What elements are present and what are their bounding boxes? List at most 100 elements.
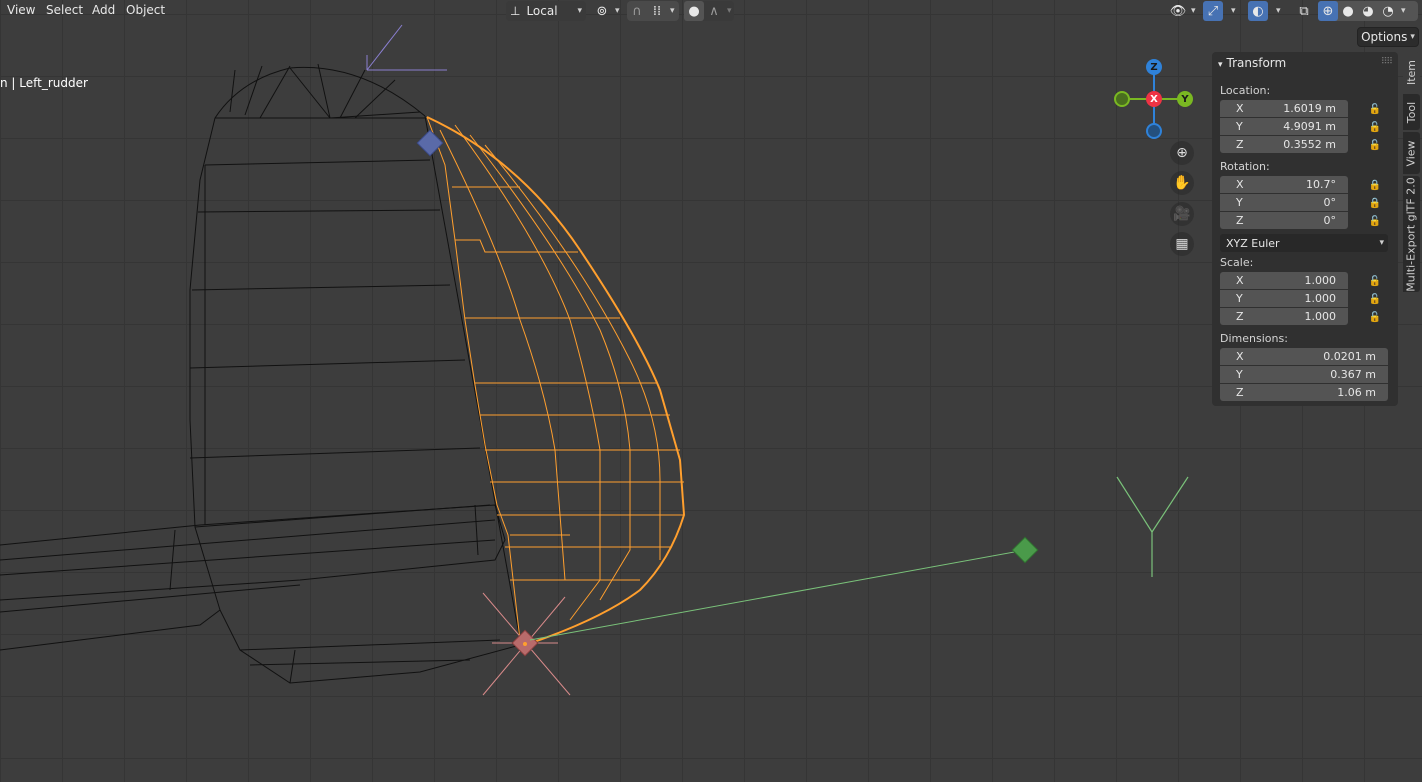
tab-label: Multi-Export glTF 2.0 (1405, 176, 1418, 292)
gizmo-neg-z-axis[interactable] (1146, 123, 1162, 139)
chevron-down-icon[interactable]: ▾ (670, 6, 675, 16)
field-value: 0.0201 m (1323, 350, 1376, 363)
field-value: 0° (1323, 196, 1337, 209)
snap-grid-icon[interactable]: ⁞⁞ (647, 1, 667, 21)
magnet-icon[interactable]: ∩ (627, 1, 647, 21)
overlays-dropdown[interactable]: ◐ ▾ (1248, 1, 1288, 21)
transform-orientation-dropdown[interactable]: ⊥ Local ▾ (506, 1, 586, 21)
axis-label: X (1236, 178, 1244, 191)
falloff-icon[interactable]: ∧ (704, 1, 724, 21)
gizmo-x-label: X (1150, 93, 1158, 105)
axis-label: Z (1236, 138, 1244, 151)
lock-icon[interactable]: 🔓 (1368, 292, 1382, 306)
zoom-icon[interactable]: ⊕ (1170, 141, 1194, 165)
rudder-selection (426, 116, 686, 646)
solid-shading-icon[interactable]: ● (1338, 1, 1358, 21)
tab-view[interactable]: View (1403, 132, 1420, 174)
menu-view[interactable]: View (7, 3, 35, 17)
pivot-icon: ⊚ (596, 3, 608, 19)
menu-object[interactable]: Object (126, 3, 165, 17)
axis-label: Z (1236, 386, 1244, 399)
pivot-point-dropdown[interactable]: ⊚ ▾ (592, 1, 622, 21)
lock-icon[interactable]: 🔓 (1368, 138, 1382, 152)
menu-add[interactable]: Add (92, 3, 115, 17)
location-x-field[interactable]: X 1.6019 m (1220, 100, 1348, 117)
rotation-mode-select[interactable]: XYZ Euler ▾ (1220, 234, 1388, 252)
rendered-shading-icon[interactable]: ◔ (1378, 1, 1398, 21)
tab-label: View (1405, 139, 1419, 167)
camera-icon[interactable]: 🎥 (1170, 202, 1194, 226)
sidebar-tabs: Item Tool View Multi-Export glTF 2.0 (1403, 52, 1422, 292)
rotation-y-field[interactable]: Y 0° (1220, 194, 1348, 211)
origin-dot (523, 642, 527, 646)
tab-item[interactable]: Item (1403, 52, 1420, 92)
lock-icon[interactable]: 🔓 (1368, 120, 1382, 134)
gizmo-dropdown[interactable]: ⤢ ▾ (1203, 1, 1243, 21)
tab-multi-export[interactable]: Multi-Export glTF 2.0 (1403, 176, 1420, 292)
chevron-down-icon: ▾ (577, 6, 582, 16)
chevron-down-icon: ▾ (615, 6, 620, 16)
lock-icon[interactable]: 🔓 (1368, 214, 1382, 228)
overlays-icon: ◐ (1248, 1, 1268, 21)
axis-label: X (1236, 102, 1244, 115)
rotation-x-field[interactable]: X 10.7° (1220, 176, 1348, 193)
dimensions-z-field[interactable]: Z 1.06 m (1220, 384, 1388, 401)
orientation-value: Local (526, 4, 558, 18)
chevron-down-icon[interactable]: ▾ (1401, 6, 1406, 16)
menu-select[interactable]: Select (46, 3, 83, 17)
chevron-down-icon[interactable]: ▾ (727, 6, 732, 16)
location-y-field[interactable]: Y 4.9091 m (1220, 118, 1348, 135)
dimensions-y-field[interactable]: Y 0.367 m (1220, 366, 1388, 383)
scale-x-field[interactable]: X 1.000 (1220, 272, 1348, 289)
3d-viewport[interactable] (0, 0, 1422, 782)
xray-toggle[interactable]: ⧉ (1294, 1, 1314, 21)
lock-icon[interactable]: 🔒 (1368, 196, 1382, 210)
dimensions-x-field[interactable]: X 0.0201 m (1220, 348, 1388, 365)
field-value: 1.000 (1304, 310, 1337, 323)
green-diamond (1011, 536, 1039, 564)
gizmo-x-axis[interactable]: X (1146, 91, 1162, 107)
axis-label: X (1236, 350, 1244, 363)
visibility-dropdown[interactable]: 👁 ▾ (1168, 1, 1198, 21)
chevron-down-icon: ▾ (1276, 6, 1281, 16)
lock-icon[interactable]: 🔓 (1368, 102, 1382, 116)
shading-group: ⊕ ● ◕ ◔ ▾ (1318, 1, 1418, 21)
lock-icon[interactable]: 🔒 (1368, 178, 1382, 192)
lock-icon[interactable]: 🔓 (1368, 274, 1382, 288)
object-info-label: n | Left_rudder (0, 76, 88, 90)
tab-label: Tool (1405, 101, 1418, 123)
axis-label: Y (1236, 196, 1243, 209)
rotation-label: Rotation: (1220, 160, 1270, 173)
drag-grip-icon[interactable]: ⠿⠿ (1381, 57, 1393, 67)
lock-icon[interactable]: 🔓 (1368, 310, 1382, 324)
hand-icon[interactable]: ✋ (1170, 171, 1194, 195)
gizmo-z-axis[interactable]: Z (1146, 59, 1162, 75)
gizmo-toggle-icon: ⤢ (1203, 1, 1223, 21)
tab-label: Item (1405, 59, 1419, 85)
axis-label: Y (1236, 120, 1243, 133)
scale-z-field[interactable]: Z 1.000 (1220, 308, 1348, 325)
field-value: 0.367 m (1330, 368, 1376, 381)
gizmo-y-axis[interactable]: Y (1177, 91, 1193, 107)
proportional-edit-group: ● ∧ ▾ (684, 1, 734, 21)
green-link-line (529, 549, 1026, 641)
rotation-z-field[interactable]: Z 0° (1220, 212, 1348, 229)
grid-icon[interactable]: ▦ (1170, 232, 1194, 256)
scale-y-field[interactable]: Y 1.000 (1220, 290, 1348, 307)
viewport-header: View Select Add Object ⊥ Local ▾ ⊚ ▾ ∩ ⁞… (0, 0, 1422, 22)
scene-wireframe[interactable] (0, 0, 1422, 782)
eye-icon: 👁 (1169, 3, 1187, 19)
tab-tool[interactable]: Tool (1403, 94, 1420, 130)
proportional-edit-icon[interactable]: ● (684, 1, 704, 21)
axis-label: X (1236, 274, 1244, 287)
scale-label: Scale: (1220, 256, 1254, 269)
location-z-field[interactable]: Z 0.3552 m (1220, 136, 1348, 153)
material-shading-icon[interactable]: ◕ (1358, 1, 1378, 21)
options-button[interactable]: Options ▾ (1357, 27, 1419, 47)
rotation-mode-value: XYZ Euler (1226, 236, 1280, 250)
transform-panel-header[interactable]: ▾ Transform (1218, 56, 1286, 70)
chevron-down-icon: ▾ (1191, 6, 1196, 16)
gizmo-neg-y-axis[interactable] (1114, 91, 1130, 107)
axis-label: Z (1236, 310, 1244, 323)
wireframe-shading-icon[interactable]: ⊕ (1318, 1, 1338, 21)
